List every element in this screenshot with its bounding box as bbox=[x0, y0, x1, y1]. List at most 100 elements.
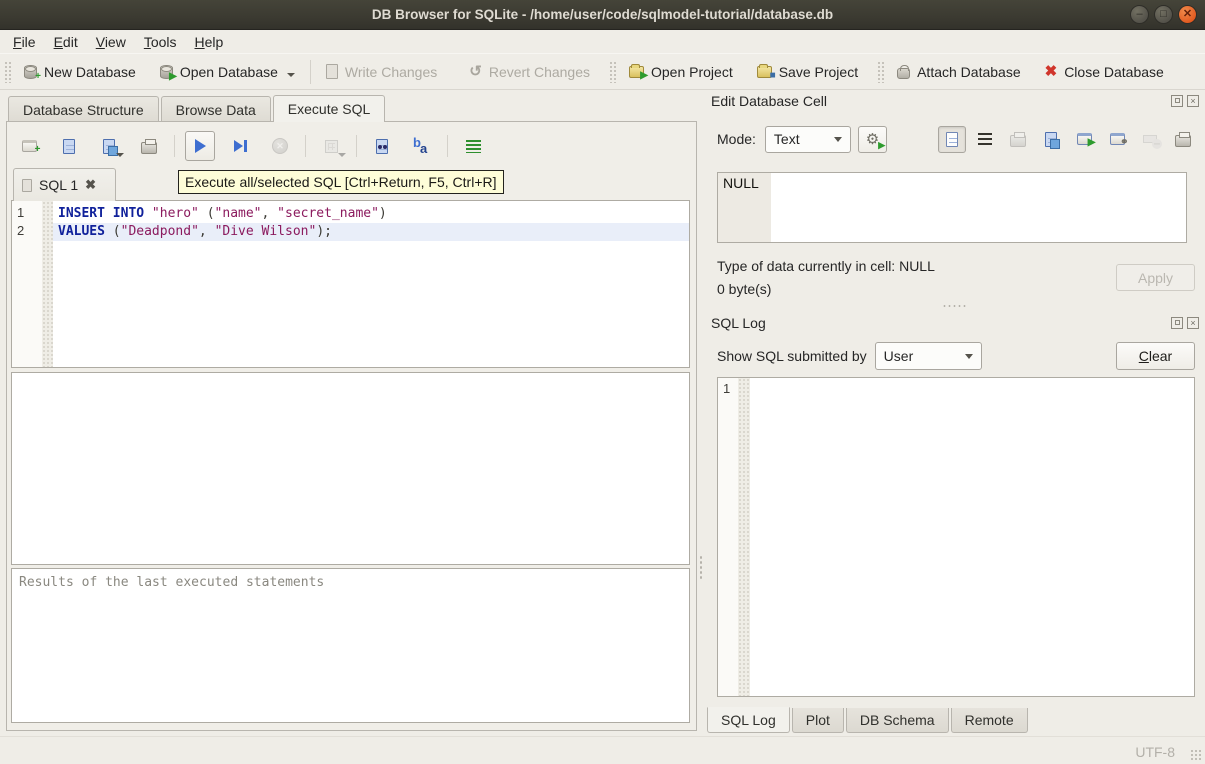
set-null-icon bbox=[1143, 135, 1157, 143]
cell-editor[interactable]: NULL bbox=[717, 172, 1187, 243]
revert-changes-button: ↺ Revert Changes bbox=[460, 59, 599, 85]
find-button[interactable] bbox=[367, 131, 397, 161]
new-database-icon: + bbox=[24, 65, 37, 79]
new-tab-icon: + bbox=[22, 140, 37, 152]
tooltip: Execute all/selected SQL [Ctrl+Return, F… bbox=[178, 170, 504, 194]
results-message-pane[interactable]: Results of the last executed statements bbox=[11, 568, 690, 723]
dock-splitter-handle[interactable] bbox=[711, 303, 1199, 309]
sql-log-view[interactable]: 1 bbox=[717, 377, 1195, 697]
window-controls: – □ ✕ bbox=[1130, 5, 1197, 24]
edit-cell-toolbar: Mode: Text ⚙▶ ▶ ⚭ bbox=[717, 125, 1197, 153]
cell-type-info: Type of data currently in cell: NULL bbox=[717, 258, 935, 274]
open-external-icon: ▶ bbox=[1077, 133, 1092, 145]
float-panel-icon[interactable] bbox=[1171, 95, 1183, 107]
save-sql-file-button[interactable] bbox=[94, 131, 124, 161]
word-wrap-button[interactable] bbox=[971, 126, 999, 153]
word-wrap-icon bbox=[978, 133, 992, 145]
execute-line-button[interactable] bbox=[225, 131, 255, 161]
close-database-button[interactable]: ✖ Close Database bbox=[1036, 59, 1173, 85]
results-grid-pane[interactable] bbox=[11, 372, 690, 565]
menu-file[interactable]: File bbox=[4, 32, 45, 52]
toolbar-handle[interactable] bbox=[609, 61, 616, 83]
chevron-down-icon bbox=[834, 137, 842, 142]
menu-view[interactable]: View bbox=[87, 32, 135, 52]
float-panel-icon[interactable] bbox=[1171, 317, 1183, 329]
close-panel-icon[interactable]: × bbox=[1187, 95, 1199, 107]
open-sql-file-button[interactable] bbox=[54, 131, 84, 161]
open-external-button[interactable]: ▶ bbox=[1070, 126, 1098, 153]
toolbar-separator bbox=[310, 60, 311, 84]
line-number: 2 bbox=[12, 223, 42, 241]
log-filter-select[interactable]: User bbox=[875, 342, 982, 370]
save-project-button[interactable]: ■ Save Project bbox=[748, 59, 867, 85]
execute-all-icon bbox=[195, 139, 206, 153]
tab-database-structure[interactable]: Database Structure bbox=[8, 96, 159, 122]
fold-margin bbox=[42, 201, 53, 367]
open-project-button[interactable]: ▶ Open Project bbox=[620, 59, 742, 85]
dock-tab-sql-log[interactable]: SQL Log bbox=[707, 707, 790, 733]
open-project-icon: ▶ bbox=[629, 66, 644, 78]
toolbar-handle[interactable] bbox=[877, 61, 884, 83]
resize-grip[interactable] bbox=[1190, 749, 1202, 761]
maximize-icon[interactable]: □ bbox=[1154, 5, 1173, 24]
dock-tab-plot[interactable]: Plot bbox=[792, 708, 844, 733]
code-line-2: VALUES ("Deadpond", "Dive Wilson"); bbox=[53, 223, 689, 241]
dock-tab-db-schema[interactable]: DB Schema bbox=[846, 708, 949, 733]
tab-browse-data[interactable]: Browse Data bbox=[161, 96, 271, 122]
toolbar-separator bbox=[447, 135, 448, 157]
toolbar-handle[interactable] bbox=[4, 61, 11, 83]
close-icon[interactable]: ✕ bbox=[1178, 5, 1197, 24]
copy-link-button[interactable]: ⚭ bbox=[1103, 126, 1131, 153]
line-number-gutter: 1 2 bbox=[12, 201, 42, 367]
mode-select[interactable]: Text bbox=[765, 126, 851, 153]
menu-bar: File Edit View Tools Help bbox=[0, 30, 1205, 53]
close-tab-icon[interactable]: ✖ bbox=[85, 177, 96, 193]
results-placeholder: Results of the last executed statements bbox=[19, 575, 324, 590]
export-data-button[interactable] bbox=[1037, 126, 1065, 153]
open-database-dropdown-icon[interactable] bbox=[287, 73, 295, 77]
new-database-button[interactable]: + New Database bbox=[15, 59, 145, 85]
save-sql-dropdown-icon[interactable] bbox=[116, 153, 124, 157]
show-sql-label: Show SQL submitted by bbox=[717, 348, 867, 364]
code-line-1: INSERT INTO "hero" ("name", "secret_name… bbox=[53, 205, 689, 223]
cell-size-info: 0 byte(s) bbox=[717, 281, 771, 297]
replace-button[interactable] bbox=[407, 131, 437, 161]
menu-help[interactable]: Help bbox=[186, 32, 233, 52]
sql-code-editor[interactable]: 1 2 INSERT INTO "hero" ("name", "secret_… bbox=[11, 200, 690, 368]
revert-changes-icon: ↺ bbox=[469, 64, 482, 79]
format-sql-button[interactable] bbox=[458, 131, 488, 161]
close-panel-icon[interactable]: × bbox=[1187, 317, 1199, 329]
print-sql-button[interactable] bbox=[134, 131, 164, 161]
attach-database-button[interactable]: Attach Database bbox=[888, 59, 1030, 85]
auto-apply-button[interactable]: ⚙▶ bbox=[858, 126, 887, 153]
tab-execute-sql[interactable]: Execute SQL bbox=[273, 95, 386, 122]
print-cell-icon bbox=[1175, 135, 1191, 147]
dock-tab-remote[interactable]: Remote bbox=[951, 708, 1028, 733]
dock-tab-bar: SQL Log Plot DB Schema Remote bbox=[707, 708, 1030, 733]
print-icon bbox=[141, 142, 157, 154]
execute-line-icon bbox=[234, 140, 247, 152]
sql-log-title: SQL Log bbox=[711, 315, 766, 331]
app-window: DB Browser for SQLite - /home/user/code/… bbox=[0, 0, 1205, 764]
minimize-icon[interactable]: – bbox=[1130, 5, 1149, 24]
clear-log-button[interactable]: Clear bbox=[1116, 342, 1195, 370]
encoding-indicator: UTF-8 bbox=[1135, 744, 1175, 760]
code-area[interactable]: INSERT INTO "hero" ("name", "secret_name… bbox=[53, 201, 689, 367]
new-sql-tab-button[interactable]: + bbox=[14, 131, 44, 161]
toolbar-separator bbox=[305, 135, 306, 157]
menu-tools[interactable]: Tools bbox=[135, 32, 186, 52]
write-changes-button: Write Changes bbox=[317, 59, 446, 85]
print-cell-button[interactable] bbox=[1169, 126, 1197, 153]
apply-button: Apply bbox=[1116, 264, 1195, 291]
text-mode-button[interactable] bbox=[938, 126, 966, 153]
attach-database-icon bbox=[897, 68, 910, 79]
log-filter-value: User bbox=[884, 348, 914, 364]
format-sql-icon bbox=[466, 140, 481, 153]
execute-all-button[interactable] bbox=[185, 131, 215, 161]
open-database-button[interactable]: ▶ Open Database bbox=[151, 59, 304, 85]
save-sql-file-icon bbox=[103, 139, 115, 154]
sql-document-tab[interactable]: SQL 1 ✖ bbox=[13, 168, 116, 201]
menu-edit[interactable]: Edit bbox=[45, 32, 87, 52]
vertical-splitter-handle[interactable] bbox=[699, 548, 704, 588]
chevron-down-icon bbox=[965, 354, 973, 359]
